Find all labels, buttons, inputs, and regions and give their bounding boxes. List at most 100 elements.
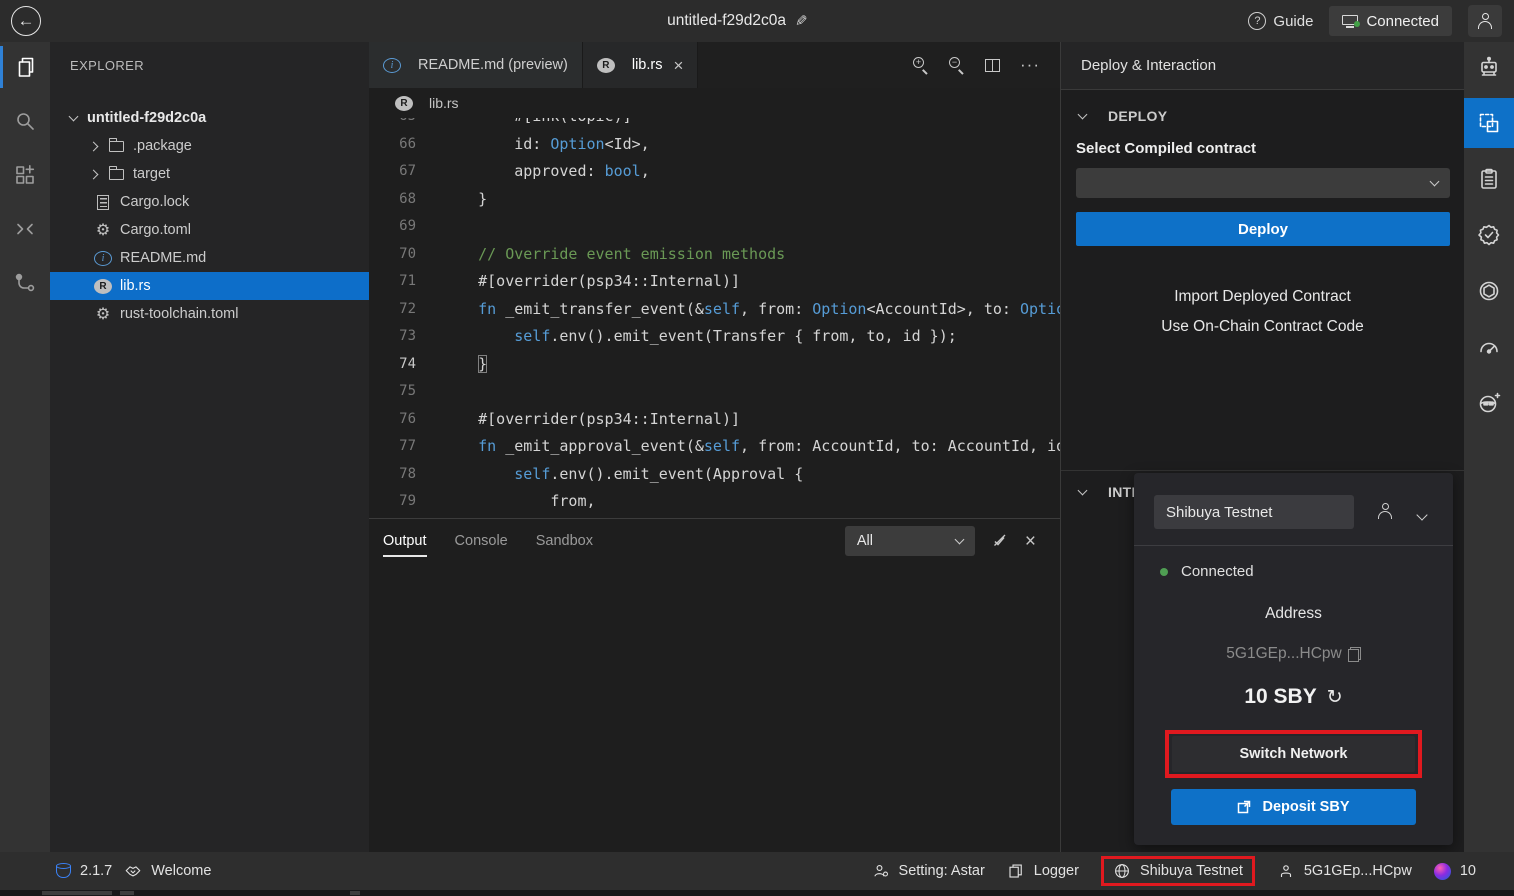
panel-tab-sandbox[interactable]: Sandbox xyxy=(536,519,593,563)
explorer-sidebar: EXPLORER untitled-f29d2c0a.packagetarget… xyxy=(50,42,369,852)
zoom-in-icon[interactable]: + xyxy=(913,57,929,73)
network-value: Shibuya Testnet xyxy=(1166,504,1272,521)
logger-item[interactable]: Logger xyxy=(1007,862,1079,880)
doc-icon xyxy=(94,195,112,210)
compiled-contract-select[interactable] xyxy=(1076,168,1450,198)
close-panel-icon[interactable]: × xyxy=(1025,532,1036,551)
globe-icon xyxy=(1113,862,1131,880)
gear-icon: ⚙ xyxy=(94,222,112,238)
version-item[interactable]: 2.1.7 xyxy=(56,863,112,880)
incognito-icon[interactable] xyxy=(1464,378,1514,428)
breadcrumb-file: lib.rs xyxy=(429,95,459,111)
more-actions-icon[interactable]: ··· xyxy=(1020,55,1040,75)
edit-title-icon[interactable]: ✎ xyxy=(795,12,808,30)
editor-area: i README.md (preview) R lib.rs × + − ···… xyxy=(369,42,1060,518)
code-line-72: 72 fn _emit_transfer_event(&self, from: … xyxy=(369,296,1060,324)
files-icon[interactable] xyxy=(0,42,50,92)
deploy-icon[interactable] xyxy=(1464,98,1514,148)
zoom-out-icon[interactable]: − xyxy=(949,57,965,73)
tab-librs[interactable]: R lib.rs × xyxy=(583,42,699,88)
tree-root[interactable]: untitled-f29d2c0a xyxy=(50,104,369,132)
refresh-balance-icon[interactable]: ↻ xyxy=(1327,686,1343,708)
gauge-icon[interactable] xyxy=(1464,322,1514,372)
graph-icon[interactable] xyxy=(0,258,50,308)
address-label: Address xyxy=(1134,605,1453,623)
help-icon: ? xyxy=(1248,12,1266,30)
code-line-69: 69 xyxy=(369,213,1060,241)
chevron-down-icon xyxy=(954,535,964,545)
welcome-item[interactable]: Welcome xyxy=(124,862,211,880)
onchain-code-link[interactable]: Use On-Chain Contract Code xyxy=(1061,318,1464,336)
chevron-down-icon[interactable] xyxy=(1416,509,1427,520)
panel-tab-output[interactable]: Output xyxy=(383,519,427,563)
user-icon xyxy=(1477,13,1493,29)
switch-network-button[interactable]: Switch Network xyxy=(1172,736,1415,772)
code-line-76: 76 #[overrider(psp34::Internal)] xyxy=(369,406,1060,434)
deploy-interaction-panel: Deploy & Interaction DEPLOY Select Compi… xyxy=(1060,42,1464,852)
filter-value: All xyxy=(857,533,873,549)
account-icon[interactable] xyxy=(1377,503,1393,519)
tree-item-lib-rs[interactable]: Rlib.rs xyxy=(50,272,369,300)
code-line-71: 71 #[overrider(psp34::Internal)] xyxy=(369,268,1060,296)
breadcrumb[interactable]: R lib.rs xyxy=(369,88,1060,118)
account-label: 5G1GEp...HCpw xyxy=(1304,863,1412,879)
import-contract-link[interactable]: Import Deployed Contract xyxy=(1061,288,1464,306)
clipboard-icon[interactable] xyxy=(1464,154,1514,204)
right-activity-bar xyxy=(1464,42,1514,852)
person-gear-icon xyxy=(872,862,890,880)
bottom-edge-sliver xyxy=(0,890,1514,896)
guide-button[interactable]: ? Guide xyxy=(1248,12,1313,30)
tree-item-target[interactable]: target xyxy=(50,160,369,188)
connected-button[interactable]: Connected xyxy=(1329,6,1452,36)
account-badge-icon xyxy=(1277,862,1295,880)
chevron-down-icon xyxy=(69,112,79,122)
code-line-75: 75 xyxy=(369,378,1060,406)
deploy-section-header[interactable]: DEPLOY xyxy=(1079,108,1167,124)
tree-item-rust-toolchain-toml[interactable]: ⚙rust-toolchain.toml xyxy=(50,300,369,328)
chevron-down-icon xyxy=(1078,486,1088,496)
tab-label: lib.rs xyxy=(632,57,663,73)
setting-item[interactable]: Setting: Astar xyxy=(872,862,985,880)
handshake-icon xyxy=(124,862,142,880)
code-editor[interactable]: 65 #[ink(topic)]66 id: Option<Id>,67 app… xyxy=(369,118,1060,518)
search-icon[interactable] xyxy=(0,96,50,146)
polkadot-icon xyxy=(1434,863,1451,880)
top-bar: ← untitled-f29d2c0a ✎ ? Guide Connected xyxy=(0,0,1514,42)
verified-icon[interactable] xyxy=(1464,210,1514,260)
chevron-down-icon xyxy=(1430,177,1440,187)
chevron-right-icon xyxy=(89,169,99,179)
deploy-button[interactable]: Deploy xyxy=(1076,212,1450,246)
network-select[interactable]: Shibuya Testnet xyxy=(1154,495,1354,529)
collapse-icon[interactable] xyxy=(0,204,50,254)
network-item[interactable]: Shibuya Testnet xyxy=(1101,856,1255,886)
clear-output-icon[interactable] xyxy=(991,532,1009,550)
tree-item-cargo-toml[interactable]: ⚙Cargo.toml xyxy=(50,216,369,244)
deposit-sby-button[interactable]: Deposit SBY xyxy=(1171,789,1416,825)
tab-readme[interactable]: i README.md (preview) xyxy=(369,42,583,88)
robot-icon[interactable] xyxy=(1464,42,1514,92)
status-label: Connected xyxy=(1181,563,1254,580)
folder-icon xyxy=(107,169,125,180)
tree-item--package[interactable]: .package xyxy=(50,132,369,160)
close-tab-icon[interactable]: × xyxy=(673,57,683,74)
tab-label: README.md (preview) xyxy=(418,57,568,73)
panel-tab-console[interactable]: Console xyxy=(455,519,508,563)
copy-address-icon[interactable] xyxy=(1348,647,1361,662)
connected-label: Connected xyxy=(1366,13,1439,30)
gear-icon: ⚙ xyxy=(94,306,112,322)
extensions-icon[interactable] xyxy=(0,150,50,200)
back-icon[interactable]: ← xyxy=(11,6,41,36)
left-activity-bar xyxy=(0,42,50,852)
tree-item-cargo-lock[interactable]: Cargo.lock xyxy=(50,188,369,216)
output-filter-select[interactable]: All xyxy=(845,526,975,556)
openai-icon[interactable] xyxy=(1464,266,1514,316)
account-item[interactable]: 5G1GEp...HCpw xyxy=(1277,862,1412,880)
panel-title: Deploy & Interaction xyxy=(1061,42,1464,90)
version-label: 2.1.7 xyxy=(80,863,112,879)
split-editor-icon[interactable] xyxy=(985,59,1000,72)
rust-icon: R xyxy=(94,279,112,294)
balance-item[interactable]: 10 xyxy=(1434,863,1476,880)
avatar-button[interactable] xyxy=(1468,5,1502,37)
code-lines: 65 #[ink(topic)]66 id: Option<Id>,67 app… xyxy=(369,118,1060,516)
tree-item-readme-md[interactable]: iREADME.md xyxy=(50,244,369,272)
